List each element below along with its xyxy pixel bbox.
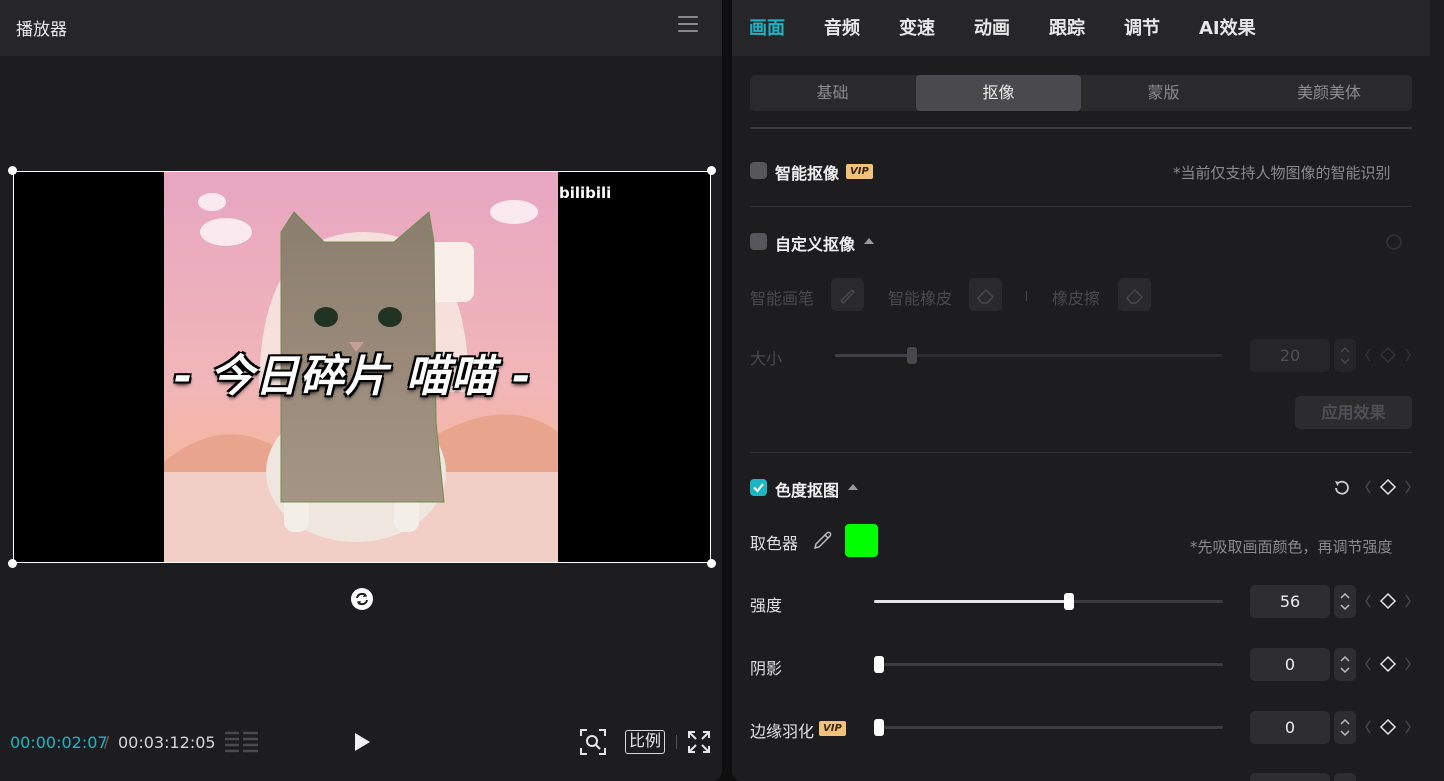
color-picker-label: 取色器 bbox=[750, 534, 799, 553]
tab-picture[interactable]: 画面 bbox=[749, 14, 785, 40]
watermark: bilibili bbox=[559, 184, 612, 202]
divider bbox=[750, 452, 1412, 453]
color-picker-hint: *先吸取画面颜色，再调节强度 bbox=[1190, 538, 1393, 556]
smart-cutout-checkbox[interactable] bbox=[750, 162, 767, 179]
tab-tracking[interactable]: 跟踪 bbox=[1049, 14, 1085, 40]
toolbar-divider bbox=[676, 735, 677, 749]
tab-animation[interactable]: 动画 bbox=[974, 14, 1010, 40]
tab-audio[interactable]: 音频 bbox=[824, 14, 860, 40]
smart-brush-label: 智能画笔 bbox=[750, 289, 815, 308]
tool-separator bbox=[1026, 291, 1027, 301]
subtab-basic[interactable]: 基础 bbox=[750, 75, 915, 111]
chroma-key-label: 色度抠图 bbox=[775, 481, 840, 500]
subtab-bar: 基础 抠像 蒙版 美颜美体 bbox=[750, 75, 1412, 111]
divider bbox=[750, 206, 1412, 207]
tab-ai-effects[interactable]: AI效果 bbox=[1199, 14, 1256, 40]
eraser-icon[interactable] bbox=[1118, 278, 1151, 311]
divider bbox=[750, 127, 1412, 129]
smart-cutout-label: 智能抠像 bbox=[775, 164, 840, 183]
next-value-field[interactable] bbox=[1250, 773, 1330, 781]
keyframe-nav-icon[interactable] bbox=[1364, 477, 1412, 497]
resize-handle-top-left[interactable] bbox=[8, 166, 17, 175]
resize-handle-bottom-right[interactable] bbox=[707, 559, 716, 568]
subtab-mask[interactable]: 蒙版 bbox=[1081, 75, 1246, 111]
edge-feather-slider[interactable] bbox=[874, 719, 1223, 736]
edge-feather-stepper[interactable] bbox=[1334, 711, 1356, 744]
video-overlay-title: - 今日碎片 喵喵 - bbox=[174, 351, 532, 402]
collapse-caret-icon[interactable] bbox=[864, 238, 874, 244]
shadow-label: 阴影 bbox=[750, 659, 783, 678]
apply-effect-button[interactable]: 应用效果 bbox=[1295, 396, 1412, 429]
collapse-caret-icon[interactable] bbox=[848, 484, 858, 490]
fullscreen-icon[interactable] bbox=[688, 731, 710, 753]
intensity-value-field[interactable]: 56 bbox=[1250, 585, 1330, 618]
vip-badge: VIP bbox=[846, 164, 873, 179]
properties-panel: 画面 音频 变速 动画 跟踪 调节 AI效果 基础 抠像 蒙版 美颜美体 智能抠… bbox=[732, 0, 1444, 781]
picked-color-swatch[interactable] bbox=[845, 524, 878, 557]
chroma-key-checkbox[interactable] bbox=[750, 479, 767, 496]
size-label: 大小 bbox=[750, 349, 783, 368]
keyframe-nav-icon[interactable] bbox=[1364, 717, 1412, 737]
smart-cutout-hint: *当前仅支持人物图像的智能识别 bbox=[1173, 164, 1391, 182]
edge-feather-label: 边缘羽化 bbox=[750, 722, 815, 741]
properties-tabs: 画面 音频 变速 动画 跟踪 调节 AI效果 bbox=[732, 0, 1430, 56]
smart-eraser-label: 智能橡皮 bbox=[888, 289, 953, 308]
custom-cutout-checkbox[interactable] bbox=[750, 233, 767, 250]
smart-eraser-icon[interactable] bbox=[969, 278, 1002, 311]
player-title: 播放器 bbox=[16, 20, 67, 40]
size-slider[interactable] bbox=[835, 347, 1222, 364]
shadow-value-field[interactable]: 0 bbox=[1250, 648, 1330, 681]
resize-handle-bottom-left[interactable] bbox=[8, 559, 17, 568]
tab-adjust[interactable]: 调节 bbox=[1124, 14, 1160, 40]
reset-icon[interactable] bbox=[1331, 477, 1353, 499]
resize-handle-top-right[interactable] bbox=[707, 166, 716, 175]
subtab-beauty[interactable]: 美颜美体 bbox=[1246, 75, 1412, 111]
keyframe-nav-icon[interactable] bbox=[1364, 654, 1412, 674]
play-icon[interactable] bbox=[352, 732, 372, 752]
reset-icon[interactable] bbox=[1385, 233, 1403, 251]
timecode-separator: / bbox=[104, 733, 110, 751]
intensity-slider[interactable] bbox=[874, 593, 1223, 610]
subtab-cutout[interactable]: 抠像 bbox=[916, 75, 1081, 111]
smart-brush-icon[interactable] bbox=[831, 278, 864, 311]
size-stepper[interactable] bbox=[1334, 339, 1356, 372]
menu-icon[interactable] bbox=[678, 16, 698, 32]
keyframe-nav-icon[interactable] bbox=[1364, 345, 1412, 365]
rotate-icon[interactable] bbox=[350, 587, 374, 611]
intensity-label: 强度 bbox=[750, 596, 783, 615]
keyframe-nav-icon[interactable] bbox=[1364, 591, 1412, 611]
custom-cutout-label: 自定义抠像 bbox=[775, 235, 856, 254]
timecode-list-icon[interactable] bbox=[225, 730, 259, 756]
eyedropper-icon[interactable] bbox=[812, 529, 834, 551]
current-timecode: 00:00:02:07 bbox=[10, 733, 108, 752]
vip-badge: VIP bbox=[819, 721, 846, 736]
next-stepper[interactable] bbox=[1334, 773, 1356, 781]
player-panel: 播放器 - 今日碎片 喵喵 - bilibili 00:00:02:07 / 0… bbox=[0, 0, 722, 781]
shadow-slider[interactable] bbox=[874, 656, 1223, 673]
aspect-ratio-button[interactable]: 比例 bbox=[625, 730, 666, 754]
size-value-field[interactable]: 20 bbox=[1250, 339, 1330, 372]
intensity-stepper[interactable] bbox=[1334, 585, 1356, 618]
player-header: 播放器 bbox=[0, 0, 722, 56]
zoom-fit-icon[interactable] bbox=[580, 729, 606, 755]
tab-speed[interactable]: 变速 bbox=[899, 14, 935, 40]
video-preview[interactable]: - 今日碎片 喵喵 - bilibili bbox=[8, 166, 716, 568]
edge-feather-value-field[interactable]: 0 bbox=[1250, 711, 1330, 744]
total-timecode: 00:03:12:05 bbox=[118, 733, 216, 752]
eraser-label: 橡皮擦 bbox=[1052, 289, 1101, 308]
shadow-stepper[interactable] bbox=[1334, 648, 1356, 681]
